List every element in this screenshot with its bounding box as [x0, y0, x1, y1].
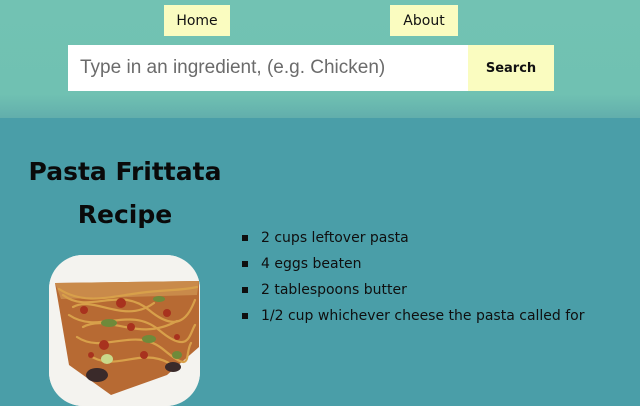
site-header: Home About Search	[0, 0, 640, 118]
ingredient-item: 4 eggs beaten	[242, 251, 585, 277]
recipe-title: Pasta Frittata Recipe	[28, 157, 222, 229]
ingredient-item: 1/2 cup whichever cheese the pasta calle…	[242, 303, 585, 329]
recipe-image	[49, 255, 200, 406]
ingredient-item: 2 tablespoons butter	[242, 277, 585, 303]
ingredient-item: 2 cups leftover pasta	[242, 225, 585, 251]
ingredient-list: 2 cups leftover pasta 4 eggs beaten 2 ta…	[242, 225, 585, 329]
search-button[interactable]: Search	[468, 45, 554, 91]
about-button[interactable]: About	[390, 5, 458, 36]
pasta-frittata-photo-icon	[49, 255, 200, 406]
home-button[interactable]: Home	[164, 5, 230, 36]
search-input[interactable]	[68, 45, 468, 91]
